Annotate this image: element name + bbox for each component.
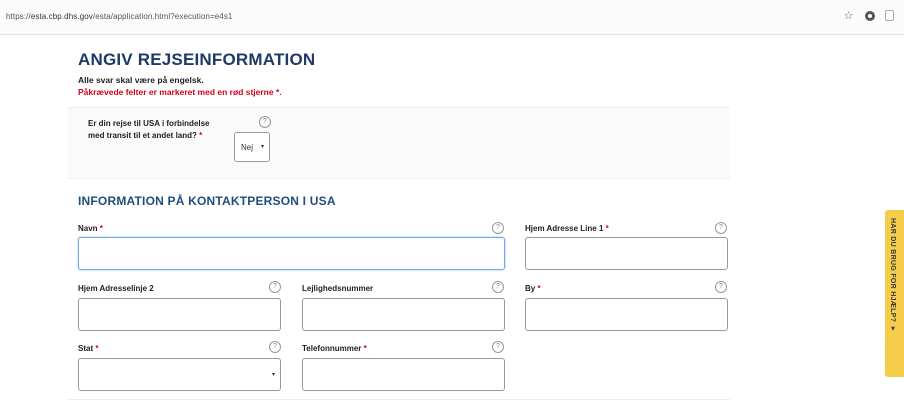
transit-question-text: Er din rejse til USA i forbindelse med t… — [88, 119, 210, 140]
apartment-input[interactable] — [302, 298, 505, 331]
chevron-down-icon: ▾ — [271, 372, 275, 378]
help-icon[interactable]: ? — [269, 281, 281, 293]
transit-select[interactable]: Nej ▾ — [234, 132, 270, 162]
help-icon[interactable]: ? — [715, 281, 727, 293]
required-mark: * — [537, 284, 541, 293]
required-mark: * — [99, 224, 103, 233]
help-icon[interactable]: ? — [492, 341, 504, 353]
required-mark: * — [95, 344, 99, 353]
address1-label-text: Hjem Adresse Line 1 — [525, 224, 604, 233]
form-main: ANGIV REJSEINFORMATION Alle svar skal væ… — [68, 34, 738, 403]
name-input[interactable] — [78, 237, 505, 270]
city-input[interactable] — [525, 298, 728, 331]
state-select[interactable]: ▾ — [78, 358, 281, 391]
name-label: Navn * — [78, 224, 103, 233]
help-icon[interactable]: ? — [259, 116, 271, 128]
name-label-text: Navn — [78, 224, 98, 233]
url-text[interactable]: https://esta.cbp.dhs.gov/esta/applicatio… — [6, 12, 232, 21]
city-label-text: By — [525, 284, 536, 293]
url-host: esta.cbp.dhs.gov — [30, 12, 93, 21]
help-icon[interactable]: ? — [269, 341, 281, 353]
divider — [68, 399, 730, 400]
apartment-label: Lejlighedsnummer — [302, 284, 374, 293]
star-icon[interactable]: ☆ — [842, 9, 855, 22]
transit-select-value: Nej — [241, 143, 254, 152]
required-mark: * — [199, 131, 203, 140]
required-note: Påkrævede felter er markeret med en rød … — [78, 87, 282, 97]
opera-icon[interactable] — [865, 10, 875, 21]
address2-label: Hjem Adresselinje 2 — [78, 284, 154, 293]
address2-input[interactable] — [78, 298, 281, 331]
city-label: By * — [525, 284, 541, 293]
help-tab-label: HAR DU BRUG FOR HJÆLP? ▾ — [889, 218, 896, 333]
phone-label: Telefonnummer * — [302, 344, 367, 353]
phone-label-text: Telefonnummer — [302, 344, 362, 353]
contact-heading: INFORMATION PÅ KONTAKTPERSON I USA — [78, 194, 336, 208]
address1-label: Hjem Adresse Line 1 * — [525, 224, 609, 233]
page-title: ANGIV REJSEINFORMATION — [78, 50, 316, 69]
url-path: /esta/application.html?execution=e4s1 — [92, 12, 233, 21]
state-label-text: Stat — [78, 344, 94, 353]
required-mark: * — [363, 344, 367, 353]
extension-icon[interactable] — [885, 10, 894, 21]
transit-question: Er din rejse til USA i forbindelse med t… — [88, 118, 228, 142]
english-note: Alle svar skal være på engelsk. — [78, 75, 204, 85]
help-icon[interactable]: ? — [715, 222, 727, 234]
url-prefix: https:// — [6, 12, 31, 21]
help-tab[interactable]: HAR DU BRUG FOR HJÆLP? ▾ — [885, 210, 904, 377]
help-icon[interactable]: ? — [492, 222, 504, 234]
phone-input[interactable] — [302, 358, 505, 391]
chevron-down-icon: ▾ — [260, 144, 264, 150]
address1-input[interactable] — [525, 237, 728, 270]
browser-address-bar[interactable]: https://esta.cbp.dhs.gov/esta/applicatio… — [0, 0, 904, 35]
state-label: Stat * — [78, 344, 98, 353]
required-mark: * — [605, 224, 609, 233]
help-icon[interactable]: ? — [492, 281, 504, 293]
